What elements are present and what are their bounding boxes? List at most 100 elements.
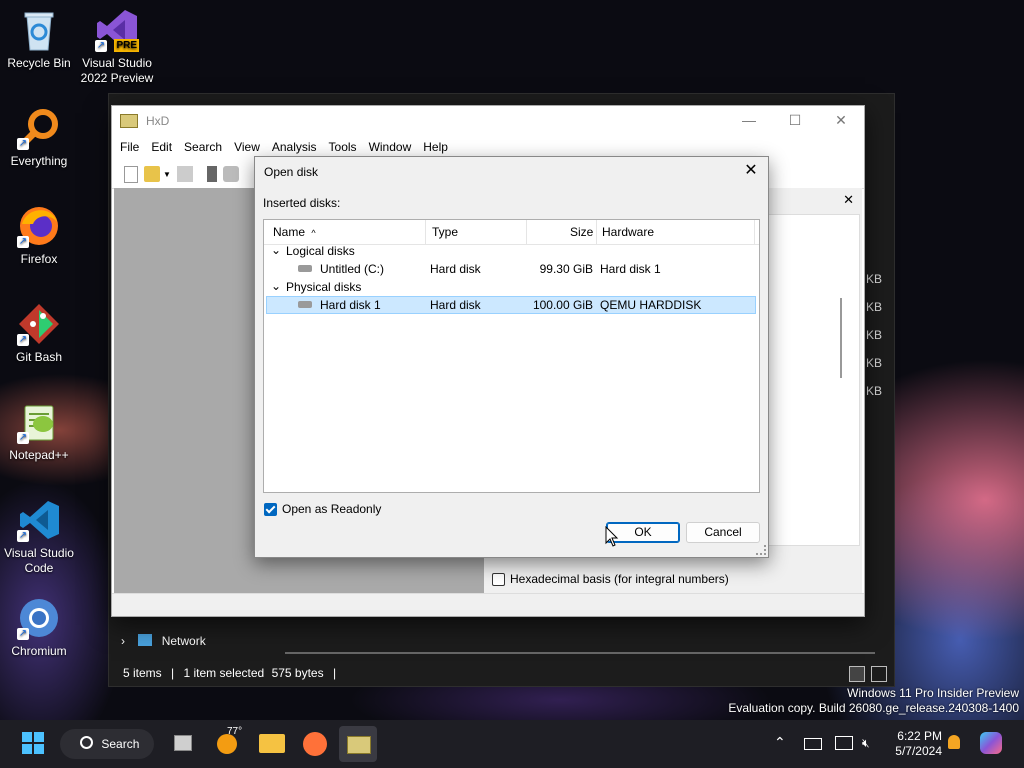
- shortcut-arrow-icon: ↗: [17, 530, 29, 542]
- checkbox-label: Open as Readonly: [282, 502, 382, 516]
- desktop-icon-visual-studio-2022-preview[interactable]: ↗ PRE Visual Studio 2022 Preview: [78, 8, 156, 86]
- chevron-down-icon[interactable]: ⌄: [271, 243, 281, 257]
- taskbar-hxd[interactable]: [339, 726, 377, 762]
- horizontal-scrollbar[interactable]: [285, 652, 875, 654]
- cell-hardware: QEMU HARDDISK: [600, 298, 702, 312]
- taskbar-file-explorer[interactable]: [258, 730, 286, 758]
- disk-list[interactable]: Name ^ Type Size Hardware ⌄ Logical disk…: [263, 219, 760, 493]
- explorer-status-bar: 5 items | 1 item selected 575 bytes |: [123, 666, 337, 680]
- open-as-readonly-checkbox[interactable]: Open as Readonly: [264, 502, 381, 516]
- desktop-icon-label: Notepad++: [9, 448, 69, 462]
- network-status-icon[interactable]: [804, 738, 822, 750]
- cell-name: Untitled (C:): [320, 262, 385, 276]
- desktop-icon-visual-studio-code[interactable]: ↗ Visual Studio Code: [0, 498, 78, 576]
- minimize-button[interactable]: —: [726, 106, 772, 135]
- cell-size: 99.30 GiB: [539, 262, 593, 276]
- menu-help[interactable]: Help: [419, 136, 452, 158]
- chevron-up-icon[interactable]: ⌃: [774, 734, 786, 751]
- vertical-scrollbar[interactable]: [840, 298, 842, 378]
- size-unit-label: KB: [866, 328, 883, 342]
- maximize-button[interactable]: ☐: [772, 106, 818, 135]
- hard-disk-icon: [298, 265, 312, 272]
- notification-bell-icon[interactable]: [948, 735, 960, 749]
- cancel-button[interactable]: Cancel: [686, 522, 760, 543]
- taskbar-search[interactable]: Search: [60, 729, 154, 759]
- column-header-size[interactable]: Size: [570, 225, 593, 239]
- menu-window[interactable]: Window: [365, 136, 416, 158]
- column-header-type[interactable]: Type: [432, 225, 458, 239]
- sidebar-item-label: Network: [161, 634, 206, 648]
- column-header-hardware[interactable]: Hardware: [602, 225, 654, 239]
- new-file-icon[interactable]: [124, 165, 138, 183]
- taskbar-firefox[interactable]: [301, 730, 329, 758]
- list-item-untitled-c[interactable]: Untitled (C:) Hard disk 99.30 GiB Hard d…: [266, 260, 756, 278]
- desktop-icon-everything[interactable]: ↗ Everything: [0, 106, 78, 169]
- chevron-down-icon[interactable]: ⌄: [271, 279, 281, 293]
- task-view-icon: [174, 735, 192, 751]
- open-disk-dialog: Open disk ✕ Inserted disks: Name ^ Type …: [254, 156, 769, 558]
- task-view-button[interactable]: [170, 730, 198, 758]
- menu-tools[interactable]: Tools: [325, 136, 361, 158]
- start-button[interactable]: [20, 730, 48, 758]
- shortcut-arrow-icon: ↗: [95, 40, 107, 52]
- menu-view[interactable]: View: [230, 136, 264, 158]
- vscode-icon: ↗: [17, 498, 61, 542]
- hexadecimal-basis-checkbox[interactable]: Hexadecimal basis (for integral numbers): [492, 572, 729, 586]
- display-icon[interactable]: [835, 736, 853, 750]
- open-folder-icon[interactable]: [144, 166, 160, 182]
- weather-temp: 77°: [227, 726, 243, 737]
- shortcut-arrow-icon: ↗: [17, 432, 29, 444]
- network-icon: [138, 634, 153, 646]
- group-physical-disks[interactable]: ⌄ Physical disks: [266, 278, 756, 296]
- desktop-icon-chromium[interactable]: ↗ Chromium: [0, 596, 78, 659]
- close-icon[interactable]: ✕: [843, 192, 854, 208]
- git-bash-icon: ↗: [17, 302, 61, 346]
- windows-logo-icon: [22, 732, 44, 754]
- desktop-icon-recycle-bin[interactable]: Recycle Bin: [0, 8, 78, 71]
- dialog-title: Open disk: [264, 165, 319, 179]
- chromium-icon: ↗: [17, 596, 61, 640]
- desktop-icon-git-bash[interactable]: ↗ Git Bash: [0, 302, 78, 365]
- cell-hardware: Hard disk 1: [600, 262, 661, 276]
- resize-grip-icon[interactable]: [756, 545, 766, 555]
- menu-file[interactable]: File: [116, 136, 143, 158]
- desktop-icon-firefox[interactable]: ↗ Firefox: [0, 204, 78, 267]
- volume-icon[interactable]: 🔇︎: [862, 736, 870, 751]
- list-item-hard-disk-1[interactable]: Hard disk 1 Hard disk 100.00 GiB QEMU HA…: [266, 296, 756, 314]
- desktop-icon-notepad-plus-plus[interactable]: ↗ Notepad++: [0, 400, 78, 463]
- checkbox-checked-icon[interactable]: [264, 502, 277, 516]
- menu-analysis[interactable]: Analysis: [268, 136, 321, 158]
- sidebar-item-network[interactable]: › Network: [121, 634, 206, 648]
- desktop-icon-label: Everything: [10, 154, 68, 168]
- desktop-icon-label: Recycle Bin: [7, 56, 71, 70]
- close-file-icon[interactable]: [206, 166, 217, 182]
- cell-type: Hard disk: [430, 298, 481, 312]
- hxd-status-bar: [112, 593, 864, 616]
- open-disk-icon[interactable]: [222, 166, 239, 182]
- chevron-down-icon[interactable]: ▼: [163, 170, 171, 179]
- status-item-count: 5 items: [123, 666, 162, 680]
- shortcut-arrow-icon: ↗: [17, 236, 29, 248]
- taskbar-clock[interactable]: 6:22 PM 5/7/2024: [895, 729, 942, 759]
- tiles-view-icon[interactable]: [871, 666, 887, 682]
- close-button[interactable]: ✕: [818, 106, 864, 135]
- hard-disk-icon: [298, 301, 312, 308]
- search-label: Search: [101, 737, 140, 751]
- desktop-icon-label: Visual Studio 2022 Preview: [80, 56, 154, 85]
- shortcut-arrow-icon: ↗: [17, 334, 29, 346]
- taskbar: Search 77° ⌃ 🔇︎ 6:22 PM 5/7/2024: [0, 720, 1024, 768]
- group-logical-disks[interactable]: ⌄ Logical disks: [266, 242, 756, 260]
- checkbox-box[interactable]: [492, 572, 505, 586]
- menu-search[interactable]: Search: [180, 136, 226, 158]
- widgets-weather-button[interactable]: 77°: [215, 726, 243, 758]
- inserted-disks-label: Inserted disks:: [263, 196, 341, 210]
- group-label: Logical disks: [286, 244, 355, 258]
- menu-edit[interactable]: Edit: [147, 136, 176, 158]
- column-header-name[interactable]: Name ^: [273, 225, 316, 239]
- hxd-titlebar[interactable]: HxD — ☐ ✕: [112, 106, 864, 135]
- save-icon[interactable]: [176, 166, 193, 182]
- chevron-right-icon[interactable]: ›: [121, 634, 125, 648]
- dialog-close-button[interactable]: ✕: [740, 160, 762, 182]
- details-view-icon[interactable]: [849, 666, 865, 682]
- copilot-icon[interactable]: [980, 732, 1002, 754]
